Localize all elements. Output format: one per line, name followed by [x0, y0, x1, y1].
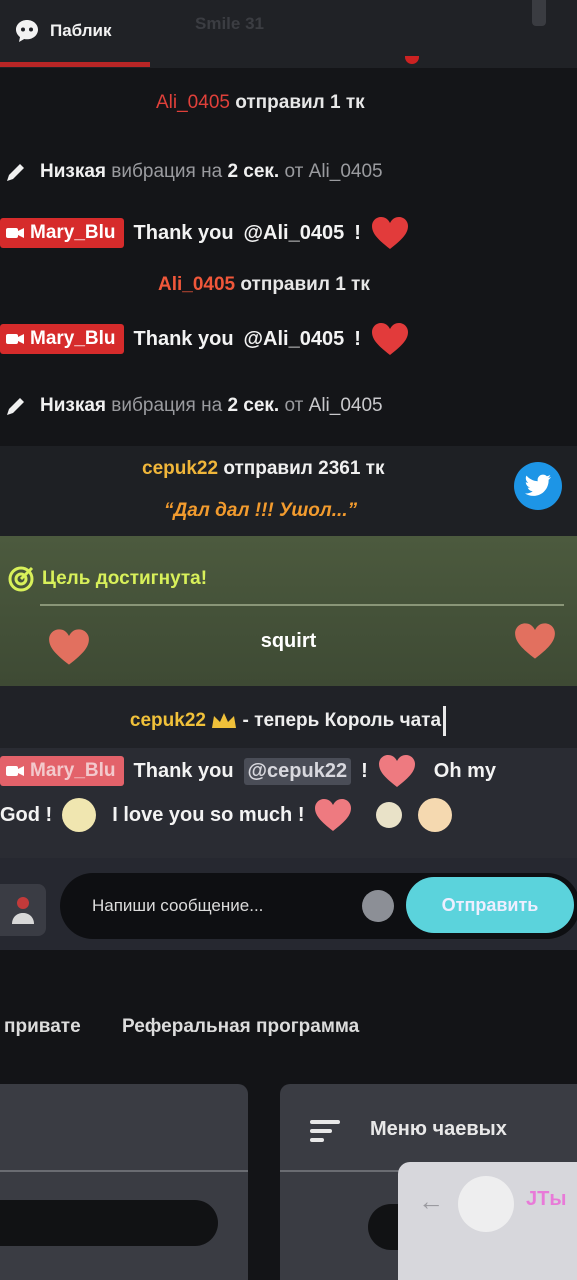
target-icon [8, 566, 34, 592]
scroll-handle[interactable] [532, 0, 546, 26]
chat-bubble-icon [16, 20, 38, 42]
emoji-picker-icon[interactable] [362, 890, 394, 922]
message-text-4: I love you so much ! [112, 803, 305, 826]
panel-divider [0, 1170, 248, 1172]
user-button[interactable] [0, 884, 46, 936]
pencil-icon [7, 164, 24, 181]
big-tip-line: cepuk22 отправил 2361 тк [142, 458, 385, 480]
vibration-user[interactable]: Ali_0405 [309, 161, 383, 182]
model-badge[interactable]: Mary_Blu [0, 324, 124, 354]
big-tip-username[interactable]: cepuk22 [142, 458, 218, 479]
heart-icon [371, 217, 408, 249]
person-emoji-icon [418, 798, 453, 832]
left-panel-field[interactable] [0, 1200, 218, 1246]
tab-secondary[interactable]: Smile 31 [195, 14, 264, 34]
popup-text: JTы [526, 1188, 567, 1210]
vibration-duration: 2 сек. [227, 161, 280, 182]
message-text-3: God ! [0, 803, 53, 826]
big-tip-quote: “Дал дал !!! Ушол...” [164, 500, 358, 521]
text-cursor [443, 706, 447, 736]
vibration-duration: 2 сек. [227, 395, 280, 416]
model-badge[interactable]: Mary_Blu [0, 218, 124, 248]
twitter-button[interactable] [514, 462, 562, 510]
tab-public[interactable]: Паблик [14, 18, 112, 44]
mention[interactable]: @cepuk22 [243, 757, 352, 785]
camera-icon [6, 766, 24, 776]
nav-item-private[interactable]: привате [4, 1016, 81, 1038]
mention[interactable]: @Ali_0405 [244, 328, 345, 351]
chat-feed [0, 68, 577, 446]
send-button[interactable]: Отправить [406, 877, 574, 933]
badge-username: Mary_Blu [30, 222, 116, 243]
model-badge[interactable]: Mary_Blu [0, 756, 124, 786]
twitter-icon [525, 474, 551, 496]
tip-message: Ali_0405 отправил 1 тк [158, 274, 370, 296]
user-icon [12, 897, 34, 924]
chat-message-line-1: Mary_Blu Thank you @cepuk22 ! Oh my [0, 754, 496, 788]
heart-icon [515, 623, 555, 659]
tip-message: Ali_0405 отправил 1 тк [156, 92, 365, 114]
vibration-from: от [284, 395, 304, 416]
vibration-level: Низкая [40, 395, 107, 416]
big-tip-text: отправил 2361 тк [223, 458, 385, 479]
smile-emoji-icon [62, 798, 97, 832]
message-end: ! [354, 327, 361, 350]
tip-username[interactable]: Ali_0405 [156, 92, 230, 113]
heart-icon [315, 799, 352, 831]
message-text: Thank you [133, 759, 234, 782]
vibration-from: от [284, 161, 304, 182]
chat-message: Mary_Blu Thank you @Ali_0405 ! [0, 322, 409, 356]
king-text: - теперь Король чата [242, 710, 442, 732]
tip-text: отправил 1 тк [240, 274, 370, 295]
tip-text: отправил 1 тк [235, 92, 365, 113]
moon-emoji-icon [376, 802, 403, 828]
vibration-user[interactable]: Ali_0405 [309, 395, 383, 416]
vibration-text: вибрация на [111, 395, 223, 416]
vibration-text: вибрация на [111, 161, 223, 182]
king-username[interactable]: cepuk22 [130, 710, 206, 731]
menu-lines-icon [310, 1120, 340, 1142]
heart-icon [378, 755, 415, 787]
message-text: Thank you [133, 327, 234, 350]
message-end: ! [361, 759, 368, 782]
camera-icon [6, 228, 24, 238]
left-panel [0, 1084, 248, 1280]
tip-menu-title[interactable]: Меню чаевых [370, 1118, 507, 1141]
goal-title: Цель достигнута! [8, 566, 207, 592]
goal-title-text: Цель достигнута! [42, 568, 208, 589]
crown-icon [212, 713, 237, 728]
goal-divider [40, 604, 564, 606]
camera-icon [6, 334, 24, 344]
vibration-level: Низкая [40, 161, 107, 182]
message-text: Thank you [133, 221, 234, 244]
badge-username: Mary_Blu [30, 328, 116, 349]
message-end: ! [354, 221, 361, 244]
pencil-icon [7, 398, 24, 415]
tab-public-label: Паблик [50, 21, 112, 40]
message-text-2: Oh my [433, 759, 497, 782]
heart-icon [371, 323, 408, 355]
chat-message: Mary_Blu Thank you @Ali_0405 ! [0, 216, 409, 250]
active-tab-indicator [0, 62, 150, 67]
vibration-message: Низкая вибрация на 2 сек. от Ali_0405 [4, 394, 383, 418]
badge-username: Mary_Blu [30, 760, 116, 781]
back-arrow-icon[interactable]: ← [418, 1186, 444, 1217]
heart-icon [49, 629, 89, 665]
chat-message-line-2: God ! I love you so much ! [0, 798, 453, 832]
nav-item-referral[interactable]: Реферальная программа [122, 1016, 359, 1038]
avatar [458, 1176, 514, 1232]
message-input-placeholder[interactable]: Напиши сообщение... [92, 896, 263, 916]
tip-username[interactable]: Ali_0405 [158, 274, 235, 295]
vibration-message: Низкая вибрация на 2 сек. от Ali_0405 [4, 160, 383, 184]
mention[interactable]: @Ali_0405 [244, 222, 345, 245]
king-line: cepuk22 - теперь Король чата [0, 706, 577, 736]
